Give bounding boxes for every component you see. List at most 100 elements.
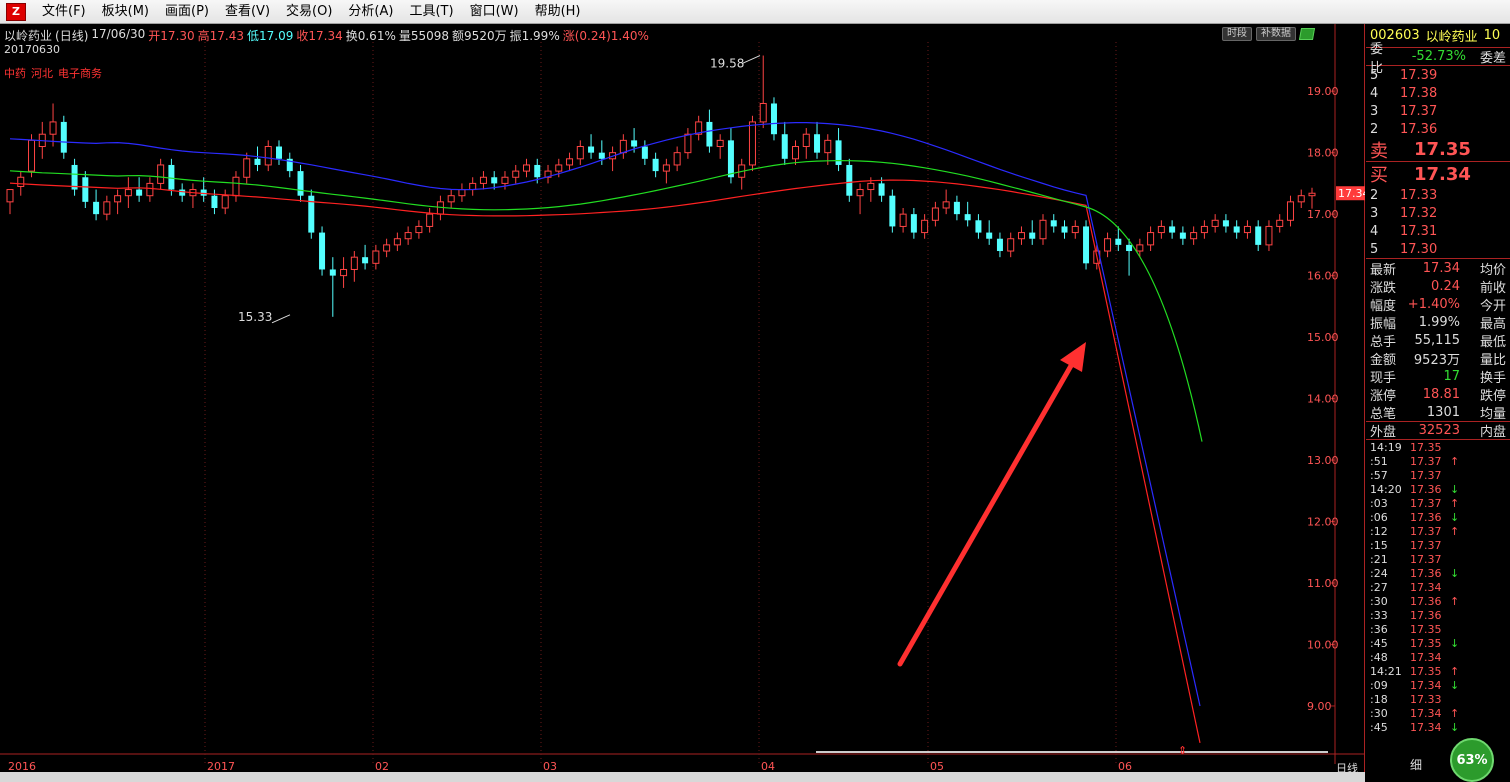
menu-view[interactable]: 查看(V) bbox=[217, 0, 278, 24]
sell-label: 卖 bbox=[1370, 140, 1388, 162]
candle-body bbox=[1233, 226, 1240, 233]
buy-label: 买 bbox=[1370, 165, 1388, 186]
candle-body bbox=[1061, 226, 1068, 233]
candle-body bbox=[878, 183, 885, 196]
tick-time: :03 bbox=[1370, 496, 1388, 510]
tick-price: 17.37 bbox=[1410, 496, 1442, 510]
stock-name: 以岭药业 bbox=[4, 29, 53, 43]
candle-body bbox=[856, 189, 864, 197]
order-price: 17.38 bbox=[1400, 85, 1438, 101]
candle-body bbox=[103, 201, 111, 215]
tick-price: 17.37 bbox=[1410, 524, 1442, 538]
tick-time: :12 bbox=[1370, 524, 1388, 538]
candle-body bbox=[1157, 225, 1165, 234]
candle-body bbox=[114, 195, 122, 203]
progress-badge[interactable]: 63% bbox=[1450, 738, 1494, 782]
menu-screen[interactable]: 画面(P) bbox=[157, 0, 217, 24]
candle-body bbox=[469, 182, 477, 191]
tag-item[interactable]: 河北 bbox=[31, 65, 53, 81]
menu-analysis[interactable]: 分析(A) bbox=[340, 0, 401, 24]
tick-time: 14:19 bbox=[1370, 440, 1402, 454]
tick-row: 14:21 17.35 ↑ bbox=[1366, 664, 1510, 678]
y-tick-label: 18.00 bbox=[1307, 147, 1339, 160]
menu-trade[interactable]: 交易(O) bbox=[278, 0, 340, 24]
detail-tab[interactable]: 细 bbox=[1410, 756, 1422, 773]
candle-body bbox=[588, 146, 595, 153]
stat-label-2: 跌停 bbox=[1479, 388, 1506, 404]
tick-time: :30 bbox=[1370, 706, 1388, 720]
stat-value: 9523万 bbox=[1413, 352, 1460, 368]
tick-price: 17.35 bbox=[1410, 664, 1442, 678]
menu-tools[interactable]: 工具(T) bbox=[401, 0, 461, 24]
kline-chart-area[interactable]: 19.00 18.00 17.00 16.00 15.00 14.00 13.00 12.00… bbox=[0, 24, 1365, 782]
tick-row: :30 17.34 ↑ bbox=[1366, 706, 1510, 720]
candle-body bbox=[243, 158, 251, 178]
arrow-down-icon: ↓ bbox=[1450, 510, 1460, 524]
tick-price: 17.36 bbox=[1410, 510, 1442, 524]
toolbar-toggle-icon[interactable] bbox=[1298, 28, 1316, 40]
time-period-button[interactable]: 时段 bbox=[1222, 27, 1252, 41]
order-level: 3 bbox=[1370, 103, 1379, 119]
fill-data-button[interactable]: 补数据 bbox=[1256, 27, 1296, 41]
order-level: 3 bbox=[1370, 205, 1379, 221]
candle-body bbox=[759, 102, 767, 123]
range-marker-icon: ⇕ bbox=[1178, 744, 1187, 757]
candle-body bbox=[631, 140, 638, 147]
tick-price: 17.37 bbox=[1410, 468, 1442, 482]
menu-window[interactable]: 窗口(W) bbox=[462, 0, 527, 24]
candle-body bbox=[1017, 232, 1025, 240]
candle-body bbox=[1136, 244, 1144, 252]
candle-body bbox=[383, 244, 391, 252]
candle-body bbox=[415, 225, 423, 234]
tick-price: 17.37 bbox=[1410, 538, 1442, 552]
candle-body bbox=[835, 140, 842, 165]
weibi-row: 委比 -52.73% 委差 bbox=[1366, 42, 1510, 76]
candle-body bbox=[727, 140, 734, 178]
order-book-row: 3 17.32 bbox=[1366, 204, 1510, 222]
candle-body bbox=[232, 176, 240, 197]
candle-body bbox=[1200, 225, 1208, 234]
candle-body bbox=[964, 214, 971, 221]
kline-chart[interactable]: 19.00 18.00 17.00 16.00 15.00 14.00 13.00 12.00… bbox=[0, 24, 1365, 782]
candle-body bbox=[146, 182, 154, 197]
sell-orders: 5 17.39 4 17.38 3 17.37 2 17.36 bbox=[1366, 66, 1510, 138]
stat-label-2: 今开 bbox=[1479, 298, 1506, 314]
bottom-tab-strip[interactable] bbox=[0, 772, 1365, 782]
date-code: 20170630 bbox=[4, 43, 60, 56]
tag-item[interactable]: 电子商务 bbox=[58, 65, 102, 81]
candle-body bbox=[491, 177, 498, 184]
candle-body bbox=[641, 146, 648, 159]
menu-help[interactable]: 帮助(H) bbox=[527, 0, 589, 24]
stat-label: 涨停 bbox=[1370, 388, 1397, 404]
app-logo-icon[interactable]: Z bbox=[6, 2, 26, 21]
arrow-up-icon: ↑ bbox=[1450, 664, 1460, 678]
menu-sector[interactable]: 板块(M) bbox=[94, 0, 157, 24]
y-tick-label: 12.00 bbox=[1307, 516, 1339, 529]
open-price: 开17.30 bbox=[148, 29, 195, 43]
tick-price: 17.35 bbox=[1410, 636, 1442, 650]
tick-time: :51 bbox=[1370, 454, 1388, 468]
order-price: 17.30 bbox=[1400, 241, 1438, 257]
tag-item[interactable]: 中药 bbox=[4, 65, 26, 81]
low-annotation-line bbox=[271, 314, 291, 324]
candle-body bbox=[846, 164, 853, 196]
stat-value: 55,115 bbox=[1414, 332, 1461, 348]
tick-list[interactable]: 14:19 17.35:51 17.37 ↑:57 17.37 14:20 17.36 ↓:0… bbox=[1366, 440, 1510, 734]
y-tick-label: 15.00 bbox=[1307, 331, 1339, 344]
menu-file[interactable]: 文件(F) bbox=[34, 0, 94, 24]
stat-label: 金额 bbox=[1370, 352, 1397, 368]
arrow-down-icon: ↓ bbox=[1450, 720, 1460, 734]
candle-body bbox=[910, 214, 917, 233]
arrow-up-icon: ↑ bbox=[1450, 454, 1460, 468]
candle-body bbox=[350, 256, 358, 270]
candle-body bbox=[566, 158, 574, 166]
candle-body bbox=[1190, 232, 1198, 240]
weicha-label: 委差 bbox=[1479, 51, 1506, 66]
stat-row: 金额 9523万 量比 bbox=[1366, 349, 1510, 368]
tick-row: :27 17.34 bbox=[1366, 580, 1510, 594]
tick-time: :45 bbox=[1370, 720, 1388, 734]
buy-orders: 2 17.33 3 17.32 4 17.31 5 17.30 bbox=[1366, 186, 1510, 259]
candle-body bbox=[986, 232, 993, 239]
candle-body bbox=[781, 134, 788, 159]
candle-body bbox=[479, 176, 487, 184]
